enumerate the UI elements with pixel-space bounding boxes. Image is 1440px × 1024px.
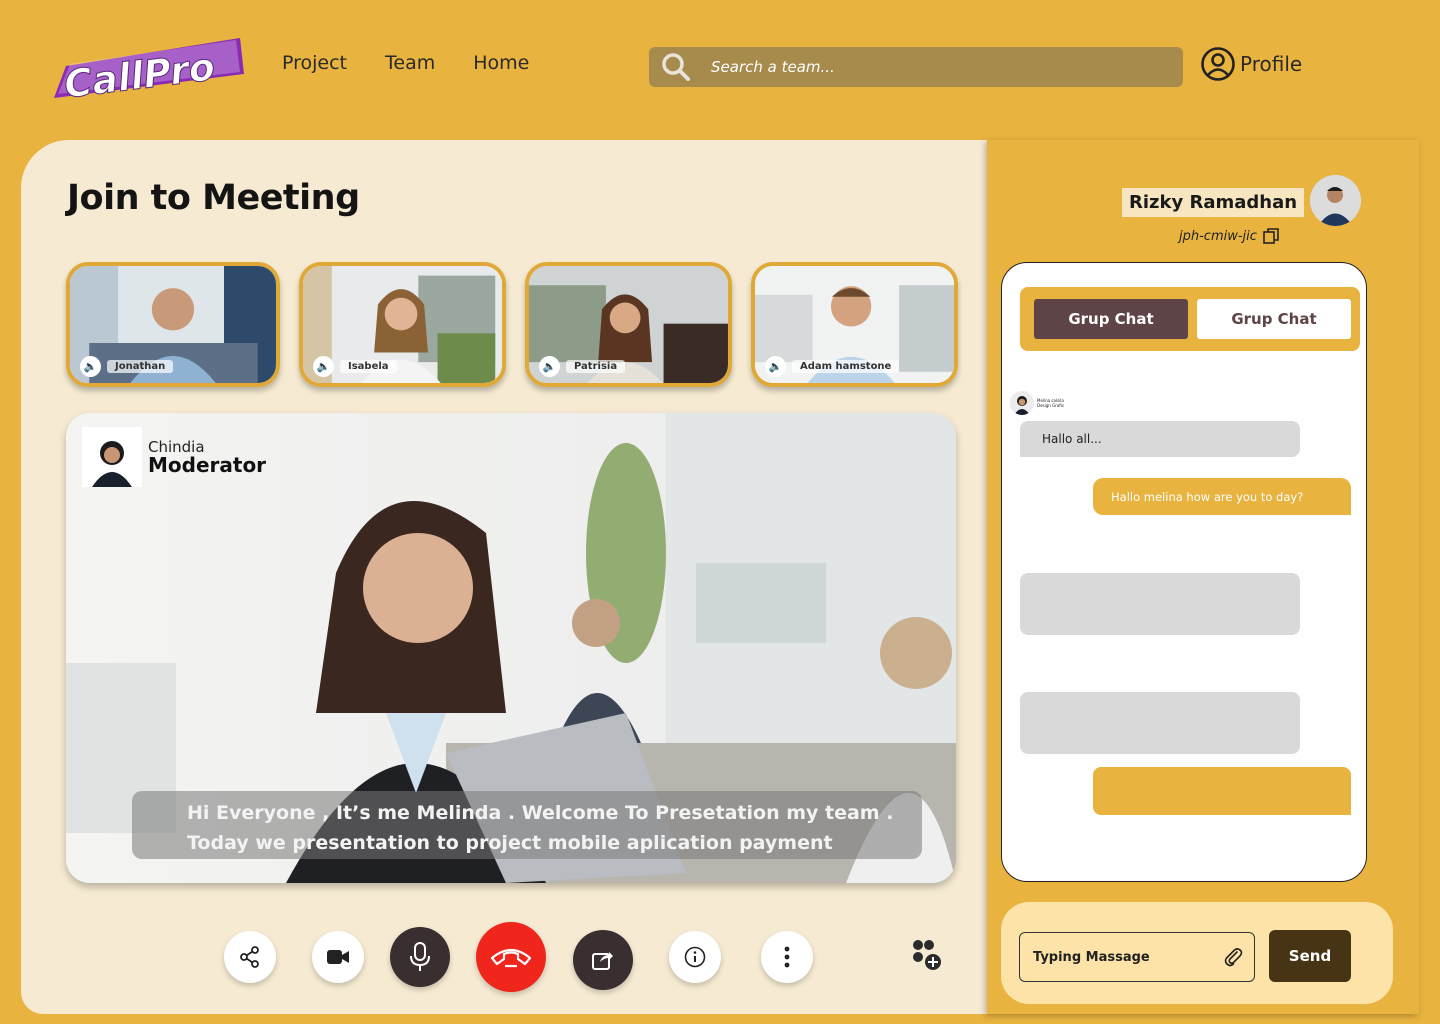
participant-tile[interactable]: 🔈 Patrisia	[525, 262, 732, 387]
chat-message-sent: Hallo melina how are you to day?	[1093, 478, 1351, 515]
logo-text: CallPro	[62, 45, 217, 102]
add-participants-icon	[913, 940, 941, 970]
main-nav: Project Team Home	[282, 52, 529, 74]
current-user-avatar[interactable]	[1310, 175, 1361, 226]
chat-sidebar: Rizky Ramadhan jph-cmiw-jic Grup Chat Gr…	[987, 140, 1419, 1014]
participant-strip: 🔈 Jonathan 🔈 Isabela 🔈 Patrisia 🔈 Adam h…	[66, 262, 958, 387]
microphone-button[interactable]	[390, 927, 450, 987]
camera-button[interactable]	[312, 931, 364, 983]
profile-button[interactable]: Profile	[1200, 46, 1302, 82]
chat-message-received: Hallo all...	[1020, 421, 1300, 457]
more-vertical-icon	[784, 946, 790, 968]
caption-line-1: Hi Everyone , It’s me Melinda . Welcome …	[187, 802, 894, 824]
attachment-icon[interactable]	[1222, 946, 1244, 968]
send-button[interactable]: Send	[1269, 930, 1351, 982]
speaker-icon[interactable]: 🔈	[313, 356, 334, 377]
app-logo[interactable]: CallPro	[44, 36, 244, 107]
message-sender: Melina salsila Design Grafis	[1010, 391, 1064, 415]
add-participants-button[interactable]	[909, 938, 943, 976]
main-video[interactable]: Chindia Moderator Hi Everyone , It’s me …	[66, 413, 956, 883]
participant-tile[interactable]: 🔈 Adam hamstone	[751, 262, 958, 387]
tab-group-chat[interactable]: Grup Chat	[1197, 299, 1351, 339]
info-button[interactable]	[669, 931, 721, 983]
screen-share-button[interactable]	[573, 930, 633, 990]
share-icon	[240, 946, 259, 968]
participant-tile[interactable]: 🔈 Isabela	[299, 262, 506, 387]
live-caption: Hi Everyone , It’s me Melinda . Welcome …	[132, 791, 922, 859]
end-call-icon	[490, 948, 532, 968]
participant-name: Patrisia	[566, 360, 626, 373]
meeting-code[interactable]: jph-cmiw-jic	[1179, 228, 1279, 244]
chat-message-placeholder	[1093, 767, 1351, 815]
more-button[interactable]	[761, 931, 813, 983]
participant-name: Jonathan	[107, 360, 174, 373]
meeting-code-text: jph-cmiw-jic	[1179, 228, 1257, 244]
participant-name: Isabela	[340, 360, 397, 373]
sender-role: Design Grafis	[1037, 403, 1064, 408]
chat-tabs: Grup Chat Grup Chat	[1020, 287, 1360, 351]
moderator-avatar	[82, 427, 142, 487]
participant-tile[interactable]: 🔈 Jonathan	[66, 262, 280, 387]
message-field[interactable]	[1019, 932, 1255, 982]
sender-avatar	[1010, 391, 1034, 415]
microphone-icon	[410, 942, 430, 971]
meeting-panel: Join to Meeting 🔈 Jonathan 🔈 Isabela 🔈 P…	[21, 140, 987, 1014]
moderator-badge: Chindia Moderator	[82, 427, 266, 487]
search-input[interactable]	[711, 58, 1131, 76]
current-user-name: Rizky Ramadhan	[1122, 188, 1305, 217]
call-controls	[21, 922, 987, 992]
moderator-role: Moderator	[148, 452, 267, 477]
speaker-icon[interactable]: 🔈	[80, 356, 101, 377]
page-title: Join to Meeting	[67, 178, 360, 218]
caption-line-2: Today we presentation to project mobile …	[187, 832, 833, 854]
speaker-icon[interactable]: 🔈	[539, 356, 560, 377]
chat-window: Grup Chat Grup Chat Melina salsila Desig…	[1001, 262, 1367, 882]
nav-home[interactable]: Home	[473, 52, 529, 74]
search-icon	[662, 53, 690, 81]
video-camera-icon	[327, 950, 349, 964]
chat-message-placeholder	[1020, 692, 1300, 754]
chat-message-placeholder	[1020, 573, 1300, 635]
nav-project[interactable]: Project	[282, 52, 347, 74]
participant-name: Adam hamstone	[792, 360, 900, 373]
info-icon	[684, 946, 706, 968]
nav-team[interactable]: Team	[385, 52, 435, 74]
chat-composer: Send	[1001, 902, 1393, 1004]
user-circle-icon	[1201, 47, 1235, 81]
end-call-button[interactable]	[476, 922, 546, 992]
screen-share-icon	[592, 952, 613, 970]
copy-icon[interactable]	[1263, 228, 1279, 244]
message-input[interactable]	[1033, 949, 1213, 965]
search-bar[interactable]	[649, 47, 1183, 87]
share-button[interactable]	[224, 931, 276, 983]
profile-label: Profile	[1240, 52, 1303, 76]
tab-group-chat-active[interactable]: Grup Chat	[1034, 299, 1188, 339]
speaker-icon[interactable]: 🔈	[765, 356, 786, 377]
